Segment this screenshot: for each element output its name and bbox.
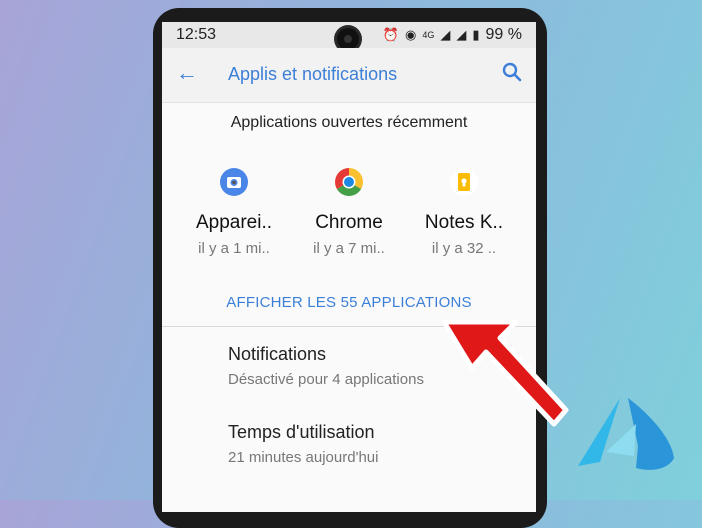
signal-icon: ◢ bbox=[440, 27, 451, 42]
app-last-used: il y a 7 mi.. bbox=[313, 240, 385, 257]
setting-subtitle: 21 minutes aujourd'hui bbox=[228, 449, 379, 466]
status-time: 12:53 bbox=[176, 26, 217, 43]
brand-logo bbox=[578, 398, 674, 470]
chrome-icon bbox=[335, 168, 363, 196]
setting-title: Temps d'utilisation bbox=[228, 422, 375, 442]
search-icon[interactable] bbox=[500, 60, 524, 84]
app-last-used: il y a 32 .. bbox=[431, 240, 497, 257]
status-bar: 12:53 ⏰ ◉ 4G ◢ ◢ ▮ 99 % bbox=[162, 22, 536, 50]
setting-screen-time[interactable]: Temps d'utilisation 21 minutes aujourd'h… bbox=[228, 422, 378, 466]
status-icons: ⏰ ◉ 4G ◢ ◢ ▮ 99 % bbox=[383, 26, 522, 44]
page-title: Applis et notifications bbox=[228, 64, 398, 84]
front-camera bbox=[337, 28, 359, 50]
battery-percent: 99 % bbox=[485, 26, 522, 43]
recent-app-chrome[interactable]: Chrome il y a 7 mi.. bbox=[289, 162, 409, 257]
camera-app-icon bbox=[220, 168, 248, 196]
recent-apps-heading: Applications ouvertes récemment bbox=[230, 114, 468, 131]
app-bar: ← Applis et notifications bbox=[162, 48, 536, 103]
4g-icon: 4G bbox=[422, 30, 435, 40]
setting-subtitle: Désactivé pour 4 applications bbox=[228, 371, 424, 388]
app-name: Notes K.. bbox=[424, 212, 504, 233]
recent-app-keep-notes[interactable]: Notes K.. il y a 32 .. bbox=[404, 162, 524, 257]
hotspot-icon: ◉ bbox=[405, 27, 417, 42]
setting-notifications[interactable]: Notifications Désactivé pour 4 applicati… bbox=[228, 344, 424, 388]
back-arrow-icon[interactable]: ← bbox=[176, 60, 198, 86]
signal-2-icon: ◢ bbox=[456, 27, 467, 42]
recent-app-camera[interactable]: Apparei.. il y a 1 mi.. bbox=[174, 162, 294, 257]
red-arrow-annotation bbox=[441, 319, 569, 427]
setting-title: Notifications bbox=[228, 344, 327, 364]
alarm-icon: ⏰ bbox=[382, 27, 400, 42]
battery-icon: ▮ bbox=[472, 27, 480, 42]
app-last-used: il y a 1 mi.. bbox=[198, 240, 270, 257]
keep-notes-icon bbox=[450, 168, 478, 196]
show-all-apps-button[interactable]: AFFICHER LES 55 APPLICATIONS bbox=[162, 294, 536, 311]
app-name: Apparei.. bbox=[195, 212, 273, 233]
app-name: Chrome bbox=[315, 212, 383, 233]
